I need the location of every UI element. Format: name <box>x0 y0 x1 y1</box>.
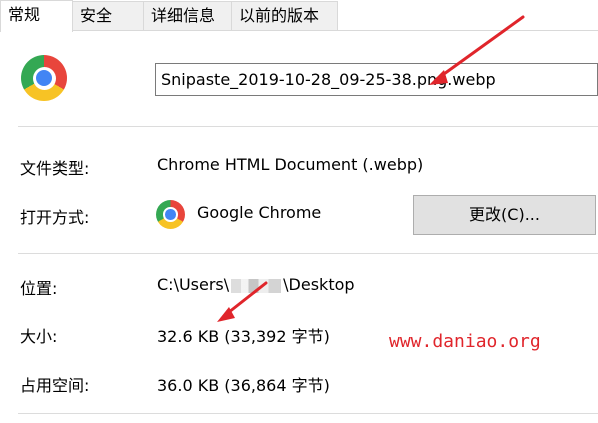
tab-strip: 常规 安全 详细信息 以前的版本 <box>0 0 598 32</box>
separator <box>18 253 598 254</box>
file-type-value: Chrome HTML Document (.webp) <box>157 155 424 174</box>
location-label: 位置: <box>20 279 58 298</box>
file-type-label: 文件类型: <box>20 159 90 178</box>
tab-general[interactable]: 常规 <box>0 0 73 32</box>
separator <box>18 126 598 127</box>
disk-size-value: 36.0 KB (36,864 字节) <box>157 376 330 395</box>
tab-security[interactable]: 安全 <box>72 1 144 31</box>
chrome-icon <box>21 55 67 101</box>
open-with-label: 打开方式: <box>20 208 90 227</box>
location-value: C:\Users\ \Desktop <box>157 275 355 294</box>
separator <box>18 413 598 414</box>
chrome-icon <box>156 200 185 229</box>
size-value: 32.6 KB (33,392 字节) <box>157 327 330 346</box>
open-with-app: Google Chrome <box>197 203 322 222</box>
redacted-username <box>231 278 282 293</box>
tab-previous-versions[interactable]: 以前的版本 <box>231 1 338 31</box>
filename-input[interactable]: Snipaste_2019-10-28_09-25-38.png.webp <box>155 63 598 96</box>
location-suffix: \Desktop <box>283 275 355 294</box>
size-label: 大小: <box>20 327 58 346</box>
change-button[interactable]: 更改(C)... <box>413 195 596 235</box>
location-prefix: C:\Users\ <box>157 275 230 294</box>
tab-details[interactable]: 详细信息 <box>143 1 232 31</box>
watermark: www.daniao.org <box>389 331 541 352</box>
disk-size-label: 占用空间: <box>20 376 90 395</box>
